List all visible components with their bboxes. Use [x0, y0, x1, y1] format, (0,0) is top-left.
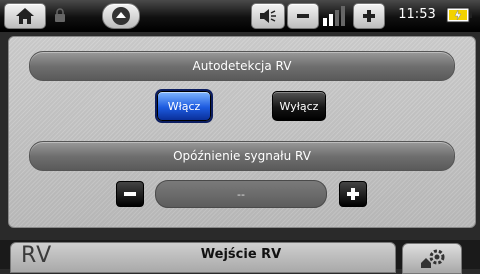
status-bar: 11:53	[0, 0, 480, 32]
volume-up-button[interactable]	[353, 3, 385, 29]
rv-logo: RV	[21, 243, 53, 268]
menu-up-icon	[112, 7, 130, 25]
delay-value-field: --	[155, 180, 327, 208]
minus-icon	[297, 14, 309, 18]
speaker-icon	[260, 9, 276, 23]
clock: 11:53	[398, 7, 436, 22]
menu-button[interactable]	[102, 3, 140, 29]
battery-charging-icon	[446, 7, 472, 23]
off-button[interactable]: Wyłącz	[272, 91, 326, 121]
rv-input-tab: RV Wejście RV	[10, 242, 396, 273]
gear-settings-icon	[421, 249, 445, 268]
speaker-button[interactable]	[251, 3, 285, 29]
delay-increase-button[interactable]	[339, 181, 367, 207]
bottom-bar: RV Wejście RV	[0, 240, 480, 274]
lock-icon	[55, 8, 65, 22]
plus-icon	[347, 188, 359, 200]
delay-decrease-button[interactable]	[116, 181, 144, 207]
volume-down-button[interactable]	[287, 3, 319, 29]
home-button[interactable]	[4, 3, 46, 29]
settings-button[interactable]	[402, 243, 462, 274]
signal-delay-header: Opóźnienie sygnału RV	[29, 141, 455, 171]
home-icon	[16, 8, 34, 24]
autodetect-header: Autodetekcja RV	[29, 51, 455, 81]
on-button[interactable]: Włącz	[157, 91, 211, 121]
plus-icon	[363, 10, 375, 22]
minus-icon	[124, 192, 136, 196]
volume-level-icon	[321, 4, 351, 26]
settings-panel: Autodetekcja RV Włącz Wyłącz Opóźnienie …	[8, 36, 476, 228]
page-title: Wejście RV	[200, 247, 282, 262]
